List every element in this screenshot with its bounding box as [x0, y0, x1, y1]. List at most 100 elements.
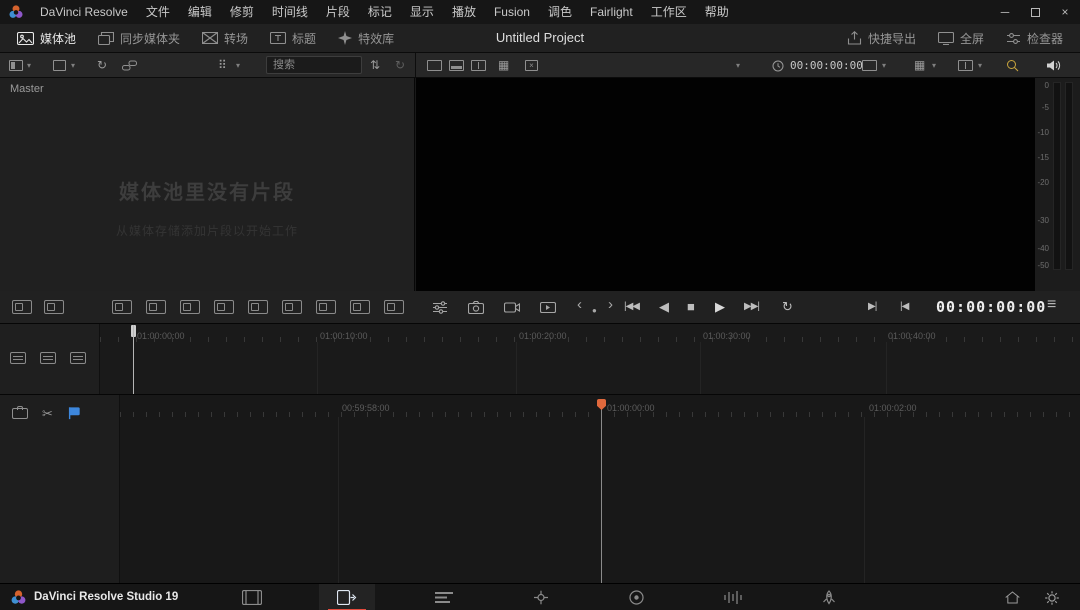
place-on-top-icon[interactable] [248, 300, 268, 314]
menu-view[interactable]: 显示 [401, 0, 443, 24]
single-view-icon[interactable] [449, 60, 464, 71]
insert-effect-icon[interactable] [384, 300, 404, 314]
titles-button[interactable]: 标题 [259, 24, 327, 52]
menu-fairlight[interactable]: Fairlight [581, 0, 642, 24]
play-reverse-button[interactable]: ◀ [659, 297, 669, 317]
menu-help[interactable]: 帮助 [696, 0, 738, 24]
dual-view-icon[interactable] [471, 60, 486, 71]
menu-trim[interactable]: 修剪 [221, 0, 263, 24]
step-back-icon[interactable]: ‹ [577, 295, 582, 315]
timeline-sort-icon[interactable] [10, 352, 26, 364]
grid-view-icon[interactable]: ⠿ [218, 53, 227, 78]
loop-button[interactable]: ↻ [782, 297, 793, 317]
menu-mark[interactable]: 标记 [359, 0, 401, 24]
upper-timeline[interactable]: 01:00:00:00 01:00:10:00 01:00:20:00 01:0… [0, 324, 1080, 395]
playhead-dot-icon[interactable]: ● [592, 301, 597, 321]
stop-button[interactable]: ■ [687, 297, 695, 317]
insert-transition-icon[interactable] [316, 300, 336, 314]
page-color[interactable] [608, 584, 664, 610]
match-out-icon[interactable]: ▶| [868, 297, 876, 317]
multicam-chevron-icon[interactable]: ▾ [932, 53, 936, 78]
menu-color[interactable]: 调色 [539, 0, 581, 24]
page-fairlight[interactable] [705, 584, 761, 610]
panel-layout-chevron-icon[interactable]: ▾ [27, 53, 31, 78]
jump-start-button[interactable]: |◀◀ [624, 297, 639, 317]
sync-bin-button[interactable]: 同步媒体夹 [87, 24, 191, 52]
menu-edit[interactable]: 编辑 [179, 0, 221, 24]
menu-workspace[interactable]: 工作区 [642, 0, 696, 24]
media-pool-button[interactable]: 媒体池 [6, 24, 87, 52]
view-chevron-icon[interactable]: ▾ [236, 53, 240, 78]
import-media-icon[interactable] [53, 60, 66, 71]
viewer-option-icon[interactable] [862, 60, 877, 71]
zoom-preset-icon[interactable] [1006, 59, 1019, 72]
clip-edit-icon[interactable] [44, 300, 64, 314]
match-in-icon[interactable]: |◀ [900, 297, 908, 317]
project-settings-button[interactable] [1038, 584, 1066, 610]
page-fusion[interactable] [513, 584, 569, 610]
viewer-option-chevron-icon[interactable]: ▾ [882, 53, 886, 78]
film-view-icon[interactable] [70, 352, 86, 364]
play-button[interactable]: ▶ [715, 297, 725, 317]
page-cut[interactable] [319, 584, 375, 610]
upper-playhead[interactable] [133, 325, 134, 394]
bin-name[interactable]: Master [0, 78, 414, 100]
page-deliver[interactable] [801, 584, 857, 610]
menu-playback[interactable]: 播放 [443, 0, 485, 24]
track-height-icon[interactable] [40, 352, 56, 364]
quick-export-button[interactable]: 快捷导出 [836, 24, 927, 52]
viewer[interactable] [416, 78, 1035, 291]
relink-icon[interactable] [122, 60, 137, 71]
timeline-select-chevron-icon[interactable]: ▾ [736, 53, 740, 78]
sort-icon[interactable]: ⇅ [370, 53, 380, 78]
page-media[interactable] [224, 584, 280, 610]
mixer-icon[interactable] [432, 301, 448, 314]
search-input[interactable] [266, 56, 362, 74]
close-button[interactable]: × [1050, 0, 1080, 24]
camera-icon[interactable] [504, 301, 520, 314]
timeline-edit-icon[interactable] [12, 300, 32, 314]
clip-marker-icon[interactable] [540, 301, 556, 314]
maximize-button[interactable] [1020, 0, 1050, 24]
multicam-icon[interactable]: ▦ [914, 53, 925, 78]
page-edit[interactable] [416, 584, 472, 610]
marker-icon[interactable] [67, 406, 81, 420]
inspector-button[interactable]: 检查器 [995, 24, 1074, 52]
minimize-button[interactable]: ─ [990, 0, 1020, 24]
resync-icon[interactable]: ↻ [97, 53, 107, 78]
transitions-button[interactable]: 转场 [191, 24, 259, 52]
zoom-mode-icon[interactable] [958, 60, 973, 71]
snapshot-icon[interactable] [468, 301, 484, 314]
menu-fusion[interactable]: Fusion [485, 0, 539, 24]
source-overwrite-icon[interactable] [282, 300, 302, 314]
insert-title-icon[interactable] [350, 300, 370, 314]
menu-clip[interactable]: 片段 [317, 0, 359, 24]
razor-icon[interactable]: ✂ [42, 407, 53, 420]
panel-layout-icon[interactable] [9, 60, 23, 71]
project-manager-button[interactable] [998, 584, 1026, 610]
append-clip-icon[interactable] [146, 300, 166, 314]
timeline-playhead-handle[interactable] [597, 399, 606, 410]
multiview-icon[interactable]: ▦ [498, 53, 509, 78]
timeline-options-menu-icon[interactable]: ≡ [1047, 296, 1056, 314]
close-up-icon[interactable] [214, 300, 234, 314]
window-controls: ─ × [990, 0, 1080, 24]
smart-insert-icon[interactable] [112, 300, 132, 314]
menu-file[interactable]: 文件 [137, 0, 179, 24]
refresh-icon[interactable]: ↻ [395, 53, 405, 78]
offline-view-icon[interactable] [427, 60, 442, 71]
ripple-overwrite-icon[interactable] [180, 300, 200, 314]
tools-icon[interactable] [12, 408, 28, 419]
jump-end-button[interactable]: ▶▶| [744, 297, 759, 317]
menu-app[interactable]: DaVinci Resolve [31, 0, 137, 24]
fullscreen-button[interactable]: 全屏 [927, 24, 995, 52]
effects-button[interactable]: 特效库 [327, 24, 405, 52]
timeline-playhead[interactable] [601, 409, 602, 583]
safe-area-icon[interactable]: × [525, 60, 538, 71]
import-chevron-icon[interactable]: ▾ [71, 53, 75, 78]
zoom-chevron-icon[interactable]: ▾ [978, 53, 982, 78]
lower-timeline[interactable]: ✂ 00:59:58:00 01:00:00:00 01:00:02:00 [0, 395, 1080, 583]
step-forward-icon[interactable]: › [608, 295, 613, 315]
speaker-icon[interactable] [1046, 59, 1062, 72]
menu-timeline[interactable]: 时间线 [263, 0, 317, 24]
